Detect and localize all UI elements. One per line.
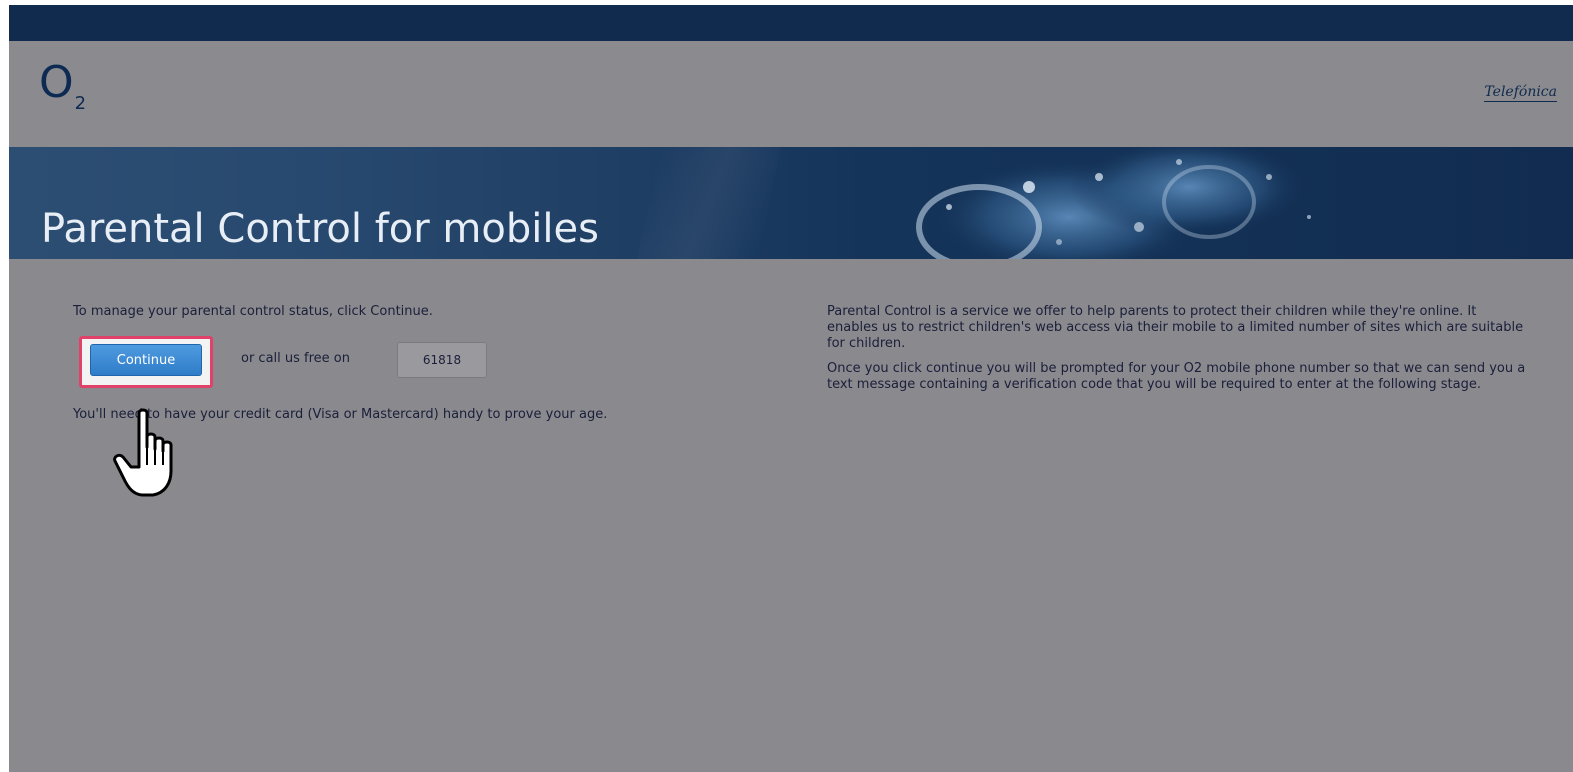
call-us-label: or call us free on: [241, 351, 351, 366]
hero-banner: Parental Control for mobiles: [9, 147, 1573, 259]
top-bar: [9, 5, 1573, 41]
site-header: O2 Telefónica: [9, 41, 1573, 147]
o2-logo-subscript: 2: [74, 93, 87, 114]
telefonica-logo[interactable]: Telefónica: [1484, 84, 1557, 102]
phone-number: 61818: [422, 353, 462, 367]
o2-logo-letter: O: [39, 57, 74, 108]
info-section: Parental Control is a service we offer t…: [827, 304, 1527, 402]
info-paragraph-2: Once you click continue you will be prom…: [827, 361, 1526, 392]
action-row: Continue or call us free on 61818: [73, 336, 773, 392]
hand-pointer-icon: [113, 408, 173, 497]
water-splash-image: [916, 147, 1311, 259]
page-frame: O2 Telefónica Parental Control for mobil…: [9, 5, 1573, 772]
manage-section: To manage your parental control status, …: [73, 304, 773, 422]
continue-button[interactable]: Continue: [90, 344, 202, 376]
o2-logo[interactable]: O2: [39, 61, 87, 115]
manage-instruction: To manage your parental control status, …: [73, 304, 433, 319]
info-paragraph-1: Parental Control is a service we offer t…: [827, 304, 1524, 351]
page-title: Parental Control for mobiles: [41, 205, 599, 252]
banner-sheen: [637, 147, 781, 259]
continue-highlight: Continue: [79, 336, 213, 388]
phone-number-box: 61818: [397, 342, 487, 378]
